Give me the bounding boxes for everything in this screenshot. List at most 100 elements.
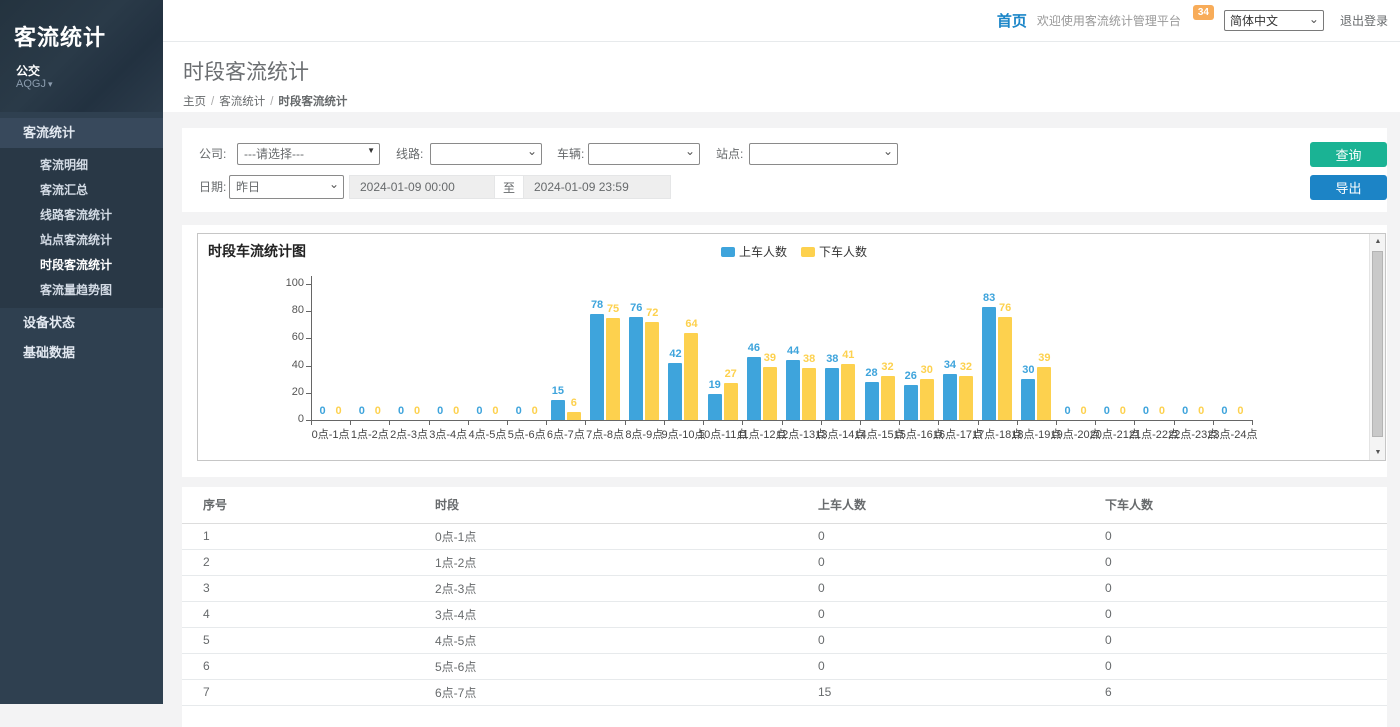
y-axis-line xyxy=(311,276,312,420)
org-code-dropdown[interactable]: AQGJ▾ xyxy=(16,78,52,90)
line-label: 线路: xyxy=(396,143,423,165)
x-tick xyxy=(1174,421,1175,425)
breadcrumb-parent[interactable]: 客流统计 xyxy=(219,96,265,108)
bar xyxy=(668,363,682,420)
vehicle-select[interactable] xyxy=(588,143,700,165)
y-tick xyxy=(306,284,311,285)
bar xyxy=(802,368,816,420)
line-select[interactable] xyxy=(430,143,542,165)
sidebar-subitem[interactable]: 客流汇总 xyxy=(0,178,163,203)
company-select[interactable]: ---请选择--- xyxy=(237,143,380,165)
y-tick-label: 100 xyxy=(268,277,304,289)
sidebar-subitem[interactable]: 时段客流统计 xyxy=(0,253,163,278)
bar-value-label: 72 xyxy=(637,307,667,319)
chart-scrollbar[interactable]: ▲ ▼ xyxy=(1369,234,1385,460)
bar xyxy=(959,376,973,420)
vehicle-select-wrap: ⌄ xyxy=(588,143,700,165)
bar xyxy=(1037,367,1051,420)
bar xyxy=(998,317,1012,420)
station-label: 站点: xyxy=(716,143,743,165)
x-tick xyxy=(350,421,351,425)
x-tick xyxy=(585,421,586,425)
logout-link[interactable]: 退出登录 xyxy=(1340,12,1388,29)
bar xyxy=(825,368,839,420)
bar-value-label: 15 xyxy=(543,385,573,397)
date-from-input[interactable] xyxy=(349,175,495,199)
date-label: 日期: xyxy=(199,176,226,198)
language-select[interactable]: 简体中文 xyxy=(1224,10,1324,31)
col-header-period: 时段 xyxy=(414,487,797,523)
breadcrumb-home[interactable]: 主页 xyxy=(183,96,206,108)
sidebar-subitem[interactable]: 客流明细 xyxy=(0,153,163,178)
x-tick xyxy=(938,421,939,425)
x-tick xyxy=(782,421,783,425)
date-preset-select[interactable]: 昨日 xyxy=(229,175,344,199)
y-tick-label: 40 xyxy=(268,359,304,371)
x-tick xyxy=(389,421,390,425)
sidebar-subitem[interactable]: 站点客流统计 xyxy=(0,228,163,253)
bar xyxy=(645,322,659,420)
date-to-input[interactable] xyxy=(523,175,671,199)
bar xyxy=(1021,379,1035,420)
x-tick-label: 23点-24点 xyxy=(1199,426,1265,442)
bar-value-label: 0 xyxy=(1225,405,1255,417)
bar-value-label: 76 xyxy=(990,302,1020,314)
bar xyxy=(865,382,879,420)
bar xyxy=(724,383,738,420)
x-tick xyxy=(860,421,861,425)
table-row: 32点-3点00 xyxy=(182,575,1387,601)
date-preset-wrap: 昨日 ⌄ xyxy=(229,175,344,199)
page-title: 时段客流统计 xyxy=(183,56,1400,86)
sidebar-menu: 客流统计客流明细客流汇总线路客流统计站点客流统计时段客流统计客流量趋势图设备状态… xyxy=(0,112,163,368)
vehicle-label: 车辆: xyxy=(557,143,584,165)
x-tick xyxy=(468,421,469,425)
caret-down-icon: ▾ xyxy=(48,79,53,89)
x-tick xyxy=(978,421,979,425)
sidebar-section-1[interactable]: 客流统计 xyxy=(0,118,163,148)
main-area: 首页 欢迎使用客流统计管理平台 34 简体中文 ⌄ 退出登录 时段客流统计 主页… xyxy=(163,0,1400,704)
home-link[interactable]: 首页 xyxy=(997,10,1027,31)
query-button[interactable]: 查询 xyxy=(1310,142,1387,167)
scroll-down-icon[interactable]: ▼ xyxy=(1370,445,1386,460)
sidebar-subitem[interactable]: 客流量趋势图 xyxy=(0,278,163,303)
table-row: 10点-1点00 xyxy=(182,523,1387,549)
x-tick xyxy=(1017,421,1018,425)
x-tick xyxy=(821,421,822,425)
sidebar-subitem[interactable]: 线路客流统计 xyxy=(0,203,163,228)
bar xyxy=(763,367,777,420)
page-heading: 时段客流统计 主页/客流统计/时段客流统计 xyxy=(163,42,1400,112)
col-header-alighting: 下车人数 xyxy=(1084,487,1387,523)
export-button[interactable]: 导出 xyxy=(1310,175,1387,200)
bar-value-label: 39 xyxy=(1029,352,1059,364)
x-tick xyxy=(742,421,743,425)
scrollbar-thumb[interactable] xyxy=(1372,251,1383,437)
bar xyxy=(590,314,604,420)
y-tick xyxy=(306,338,311,339)
sidebar-brand: 客流统计 公交 AQGJ▾ xyxy=(0,0,163,112)
company-select-wrap: ---请选择--- ▼ xyxy=(237,143,380,165)
y-tick xyxy=(306,366,311,367)
line-select-wrap: ⌄ xyxy=(430,143,542,165)
sidebar-section-2[interactable]: 设备状态 xyxy=(0,308,163,338)
bar xyxy=(708,394,722,420)
col-header-boarding: 上车人数 xyxy=(797,487,1084,523)
scroll-up-icon[interactable]: ▲ xyxy=(1370,234,1386,249)
x-tick xyxy=(1213,421,1214,425)
table-row: 43点-4点00 xyxy=(182,601,1387,627)
sidebar-section-3[interactable]: 基础数据 xyxy=(0,338,163,368)
top-navbar: 首页 欢迎使用客流统计管理平台 34 简体中文 ⌄ 退出登录 xyxy=(163,0,1400,42)
bar xyxy=(747,357,761,420)
bar xyxy=(786,360,800,420)
y-tick xyxy=(306,393,311,394)
x-tick xyxy=(703,421,704,425)
table-header-row: 序号 时段 上车人数 下车人数 xyxy=(182,487,1387,523)
bar xyxy=(881,376,895,420)
bar-value-label: 0 xyxy=(520,405,550,417)
bar-value-label: 41 xyxy=(833,349,863,361)
station-select[interactable] xyxy=(749,143,898,165)
x-tick xyxy=(546,421,547,425)
bar-value-label: 64 xyxy=(676,318,706,330)
bar-value-label: 6 xyxy=(559,397,589,409)
date-range-separator: 至 xyxy=(495,175,523,199)
x-tick xyxy=(625,421,626,425)
